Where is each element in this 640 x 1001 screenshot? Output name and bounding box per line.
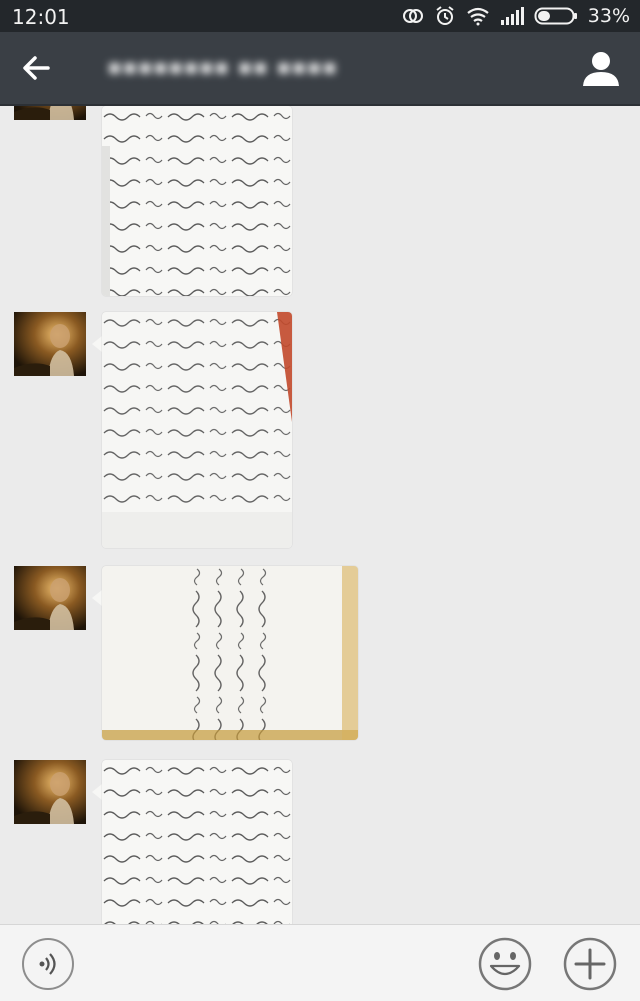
- emoji-smiley-icon: [478, 937, 532, 991]
- status-icons: 33%: [402, 4, 630, 28]
- status-bar: 12:01 33%: [0, 0, 640, 32]
- profile-button[interactable]: [580, 48, 622, 90]
- emoji-button[interactable]: [477, 936, 533, 992]
- more-options-button[interactable]: [562, 936, 618, 992]
- battery-percent: 33%: [587, 5, 630, 27]
- sync-icon: [402, 9, 423, 23]
- alarm-clock-icon: [436, 6, 454, 25]
- bubble-tail: [92, 336, 102, 352]
- image-message[interactable]: [102, 566, 358, 740]
- contact-avatar[interactable]: [14, 312, 86, 376]
- contact-avatar[interactable]: [14, 566, 86, 630]
- voice-button[interactable]: [22, 938, 74, 990]
- signal-icon: [500, 7, 524, 25]
- image-message[interactable]: [102, 760, 292, 924]
- person-icon: [583, 52, 619, 86]
- chat-message-list[interactable]: [0, 106, 640, 924]
- bubble-tail: [92, 590, 102, 606]
- chat-title: ■■■■■■■■ ■■ ■■■■: [108, 55, 339, 80]
- handwritten-notes-photo: [102, 106, 292, 296]
- handwritten-notes-photo: [102, 566, 358, 740]
- image-message[interactable]: [102, 312, 292, 548]
- input-bar: [0, 924, 640, 1001]
- back-button[interactable]: [14, 46, 58, 90]
- bubble-tail: [92, 784, 102, 800]
- image-message[interactable]: [102, 106, 292, 296]
- battery-icon: [534, 7, 577, 25]
- handwritten-notes-photo: [102, 312, 292, 548]
- handwritten-notes-photo: [102, 760, 292, 924]
- arrow-left-icon: [23, 56, 50, 80]
- contact-avatar[interactable]: [14, 760, 86, 824]
- title-bar: ■■■■■■■■ ■■ ■■■■: [0, 32, 640, 106]
- voice-input-icon: [39, 953, 56, 975]
- message-input[interactable]: [96, 937, 460, 991]
- status-time: 12:01: [12, 5, 70, 29]
- contact-avatar[interactable]: [14, 106, 86, 120]
- wifi-icon: [467, 7, 489, 26]
- plus-icon: [563, 937, 617, 991]
